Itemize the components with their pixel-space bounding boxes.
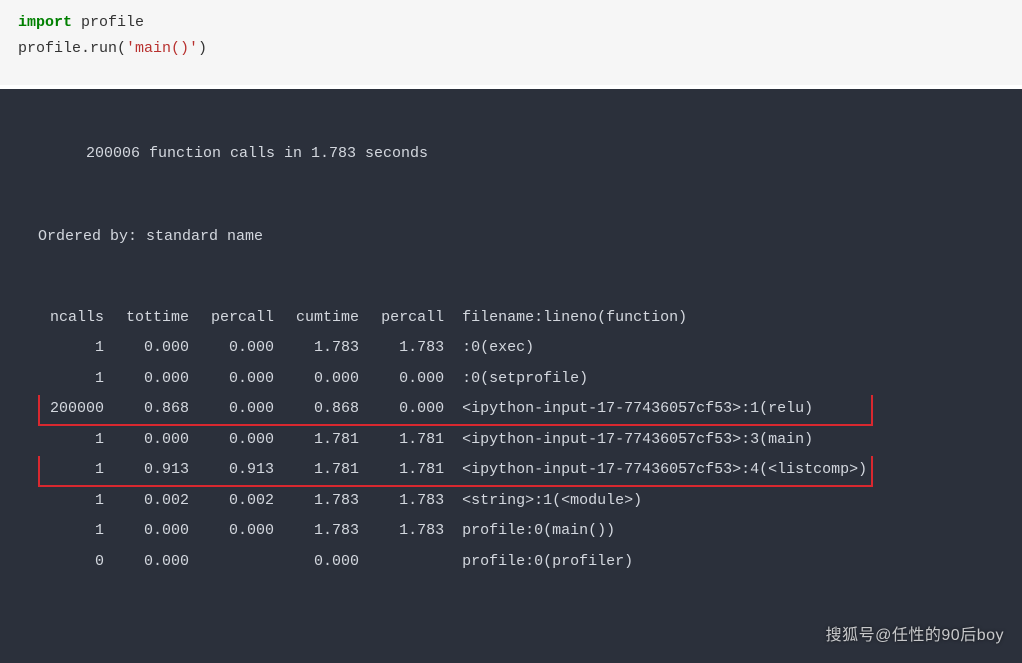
table-row: 10.0000.0001.7831.783profile:0(main()) (39, 516, 872, 547)
table-row: 10.0000.0001.7831.783:0(exec) (39, 333, 872, 364)
cell-cumtime: 1.783 (285, 333, 370, 364)
col-percall1: percall (200, 303, 285, 334)
cell-percall1: 0.913 (200, 455, 285, 486)
cell-ncalls: 0 (39, 547, 115, 578)
cell-cumtime: 0.000 (285, 547, 370, 578)
cell-cumtime: 0.000 (285, 364, 370, 395)
cell-tottime: 0.913 (115, 455, 200, 486)
cell-tottime: 0.868 (115, 394, 200, 425)
cell-fn: profile:0(main()) (455, 516, 872, 547)
cell-percall1: 0.000 (200, 516, 285, 547)
keyword-import: import (18, 14, 72, 31)
cell-cumtime: 1.781 (285, 455, 370, 486)
profile-table: ncalls tottime percall cumtime percall f… (38, 302, 873, 579)
cell-percall1: 0.000 (200, 425, 285, 456)
table-row: 10.0000.0000.0000.000:0(setprofile) (39, 364, 872, 395)
cell-ncalls: 1 (39, 455, 115, 486)
cell-percall2: 1.781 (370, 455, 455, 486)
code-block: import profile profile.run('main()') (0, 0, 1022, 85)
cell-cumtime: 1.781 (285, 425, 370, 456)
cell-percall2: 0.000 (370, 364, 455, 395)
code-text: profile (72, 14, 144, 31)
cell-cumtime: 1.783 (285, 516, 370, 547)
cell-fn: profile:0(profiler) (455, 547, 872, 578)
col-filename: filename:lineno(function) (455, 303, 872, 334)
cell-fn: :0(exec) (455, 333, 872, 364)
table-row: 00.0000.000profile:0(profiler) (39, 547, 872, 578)
col-percall2: percall (370, 303, 455, 334)
cell-percall2: 1.783 (370, 486, 455, 517)
cell-fn: :0(setprofile) (455, 364, 872, 395)
cell-tottime: 0.000 (115, 333, 200, 364)
table-row: 10.9130.9131.7811.781<ipython-input-17-7… (39, 455, 872, 486)
cell-ncalls: 1 (39, 486, 115, 517)
cell-percall2: 1.783 (370, 516, 455, 547)
code-text: ) (198, 40, 207, 57)
string-literal: 'main()' (126, 40, 198, 57)
cell-tottime: 0.000 (115, 425, 200, 456)
cell-fn: <ipython-input-17-77436057cf53>:3(main) (455, 425, 872, 456)
cell-fn: <string>:1(<module>) (455, 486, 872, 517)
table-row: 10.0020.0021.7831.783<string>:1(<module>… (39, 486, 872, 517)
cell-percall1: 0.000 (200, 364, 285, 395)
table-header-row: ncalls tottime percall cumtime percall f… (39, 303, 872, 334)
summary-line: 200006 function calls in 1.783 seconds (86, 140, 994, 169)
cell-cumtime: 0.868 (285, 394, 370, 425)
cell-tottime: 0.000 (115, 364, 200, 395)
cell-percall1 (200, 547, 285, 578)
cell-percall2: 1.781 (370, 425, 455, 456)
cell-fn: <ipython-input-17-77436057cf53>:4(<listc… (455, 455, 872, 486)
cell-percall2: 1.783 (370, 333, 455, 364)
cell-tottime: 0.000 (115, 516, 200, 547)
ordered-by-line: Ordered by: standard name (38, 223, 994, 252)
cell-ncalls: 200000 (39, 394, 115, 425)
cell-ncalls: 1 (39, 425, 115, 456)
cell-tottime: 0.000 (115, 547, 200, 578)
cell-cumtime: 1.783 (285, 486, 370, 517)
code-text: profile.run( (18, 40, 126, 57)
cell-percall1: 0.000 (200, 394, 285, 425)
col-ncalls: ncalls (39, 303, 115, 334)
col-cumtime: cumtime (285, 303, 370, 334)
cell-fn: <ipython-input-17-77436057cf53>:1(relu) (455, 394, 872, 425)
col-tottime: tottime (115, 303, 200, 334)
watermark: 搜狐号@任性的90后boy (826, 621, 1004, 651)
cell-percall1: 0.000 (200, 333, 285, 364)
table-row: 2000000.8680.0000.8680.000<ipython-input… (39, 394, 872, 425)
profile-output: 200006 function calls in 1.783 seconds O… (0, 89, 1022, 663)
cell-percall2 (370, 547, 455, 578)
cell-tottime: 0.002 (115, 486, 200, 517)
table-row: 10.0000.0001.7811.781<ipython-input-17-7… (39, 425, 872, 456)
cell-ncalls: 1 (39, 516, 115, 547)
cell-ncalls: 1 (39, 364, 115, 395)
cell-percall2: 0.000 (370, 394, 455, 425)
cell-percall1: 0.002 (200, 486, 285, 517)
cell-ncalls: 1 (39, 333, 115, 364)
